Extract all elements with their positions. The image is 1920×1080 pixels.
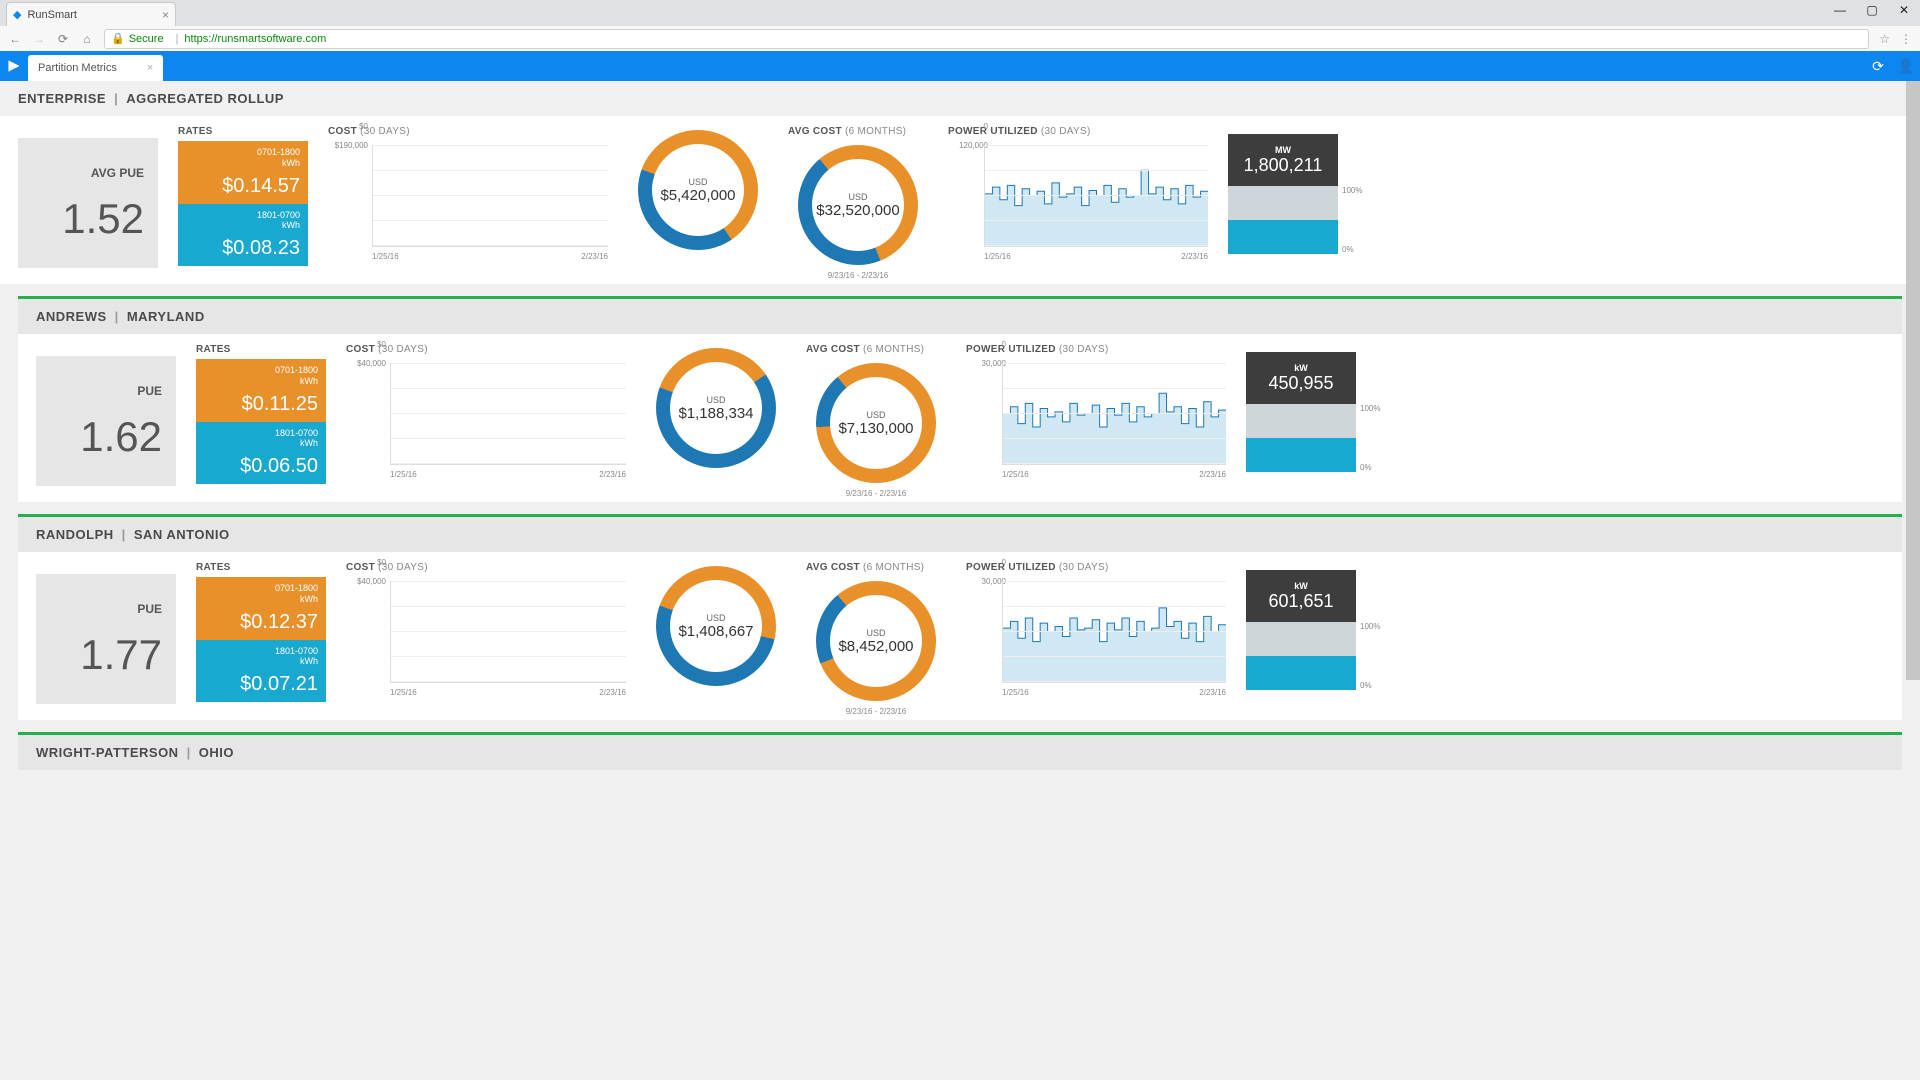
scrollbar[interactable] bbox=[1906, 81, 1920, 1080]
address-bar[interactable]: 🔒 Secure | https://runsmartsoftware.com bbox=[104, 29, 1869, 49]
url-text: https://runsmartsoftware.com bbox=[184, 33, 326, 45]
rates-label: RATES bbox=[196, 344, 326, 355]
rates-block: RATES 0701-1800kWh$0.14.571801-0700kWh$0.… bbox=[178, 126, 308, 266]
title-b: MARYLAND bbox=[127, 309, 205, 324]
title-a: RANDOLPH bbox=[36, 527, 114, 542]
pue-tile: PUE 1.77 bbox=[36, 562, 176, 704]
pue-tile: AVG PUE 1.52 bbox=[18, 126, 158, 268]
section-title: ENTERPRISE|AGGREGATED ROLLUP bbox=[0, 81, 1920, 116]
pue-label: PUE bbox=[137, 602, 162, 616]
cost-chart: COST (30 DAYS)$190,000$01/25/162/23/16 bbox=[328, 126, 608, 261]
rate-peak: 0701-1800kWh$0.11.25 bbox=[196, 359, 326, 422]
menu-icon[interactable]: ⋮ bbox=[1900, 32, 1912, 46]
power-gauge: kW601,651100%0% bbox=[1246, 562, 1384, 690]
title-b: OHIO bbox=[199, 745, 234, 760]
app-header: Partition Metrics × ⟳ 👤 bbox=[0, 51, 1920, 81]
home-icon[interactable]: ⌂ bbox=[80, 32, 94, 46]
avg-cost-donut-6m: AVG COST (6 MONTHS)USD$7,130,0009/23/16 … bbox=[806, 344, 946, 498]
power-chart: POWER UTILIZED (30 DAYS)30,00001/25/162/… bbox=[966, 344, 1226, 479]
title-a: ENTERPRISE bbox=[18, 91, 106, 106]
lock-icon: 🔒 bbox=[111, 32, 125, 45]
cost-chart: COST (30 DAYS)$40,000$01/25/162/23/16 bbox=[346, 344, 626, 479]
pue-label: AVG PUE bbox=[91, 166, 144, 180]
back-icon[interactable]: ← bbox=[8, 32, 22, 46]
section-title: RANDOLPH|SAN ANTONIO bbox=[18, 517, 1902, 552]
browser-chrome: ◆ RunSmart × — ▢ ✕ ← → ⟳ ⌂ 🔒 Secure | ht… bbox=[0, 0, 1920, 51]
rate-peak: 0701-1800kWh$0.12.37 bbox=[196, 577, 326, 640]
cost-donut-30d: USD$1,188,334 bbox=[646, 344, 786, 468]
pue-label: PUE bbox=[137, 384, 162, 398]
section-title: WRIGHT-PATTERSON|OHIO bbox=[18, 735, 1902, 770]
rate-peak: 0701-1800kWh$0.14.57 bbox=[178, 141, 308, 204]
forward-icon[interactable]: → bbox=[32, 32, 46, 46]
rate-offpeak: 1801-0700kWh$0.08.23 bbox=[178, 204, 308, 267]
close-icon[interactable]: × bbox=[162, 8, 169, 22]
metrics-panel: AVG PUE 1.52 RATES 0701-1800kWh$0.14.571801… bbox=[0, 116, 1920, 284]
metrics-panel: PUE 1.77 RATES 0701-1800kWh$0.12.371801-070… bbox=[18, 552, 1902, 720]
section-title: ANDREWS|MARYLAND bbox=[18, 299, 1902, 334]
tab-favicon: ◆ bbox=[13, 8, 21, 21]
star-icon[interactable]: ☆ bbox=[1879, 32, 1890, 46]
cost-donut-30d: USD$5,420,000 bbox=[628, 126, 768, 250]
power-chart: POWER UTILIZED (30 DAYS)30,00001/25/162/… bbox=[966, 562, 1226, 697]
maximize-icon[interactable]: ▢ bbox=[1866, 3, 1878, 17]
app-logo-icon[interactable] bbox=[0, 51, 28, 81]
power-gauge: kW450,955100%0% bbox=[1246, 344, 1384, 472]
title-b: SAN ANTONIO bbox=[134, 527, 230, 542]
close-window-icon[interactable]: ✕ bbox=[1898, 3, 1910, 17]
avg-cost-donut-6m: AVG COST (6 MONTHS)USD$8,452,0009/23/16 … bbox=[806, 562, 946, 716]
rates-label: RATES bbox=[196, 562, 326, 573]
title-a: WRIGHT-PATTERSON bbox=[36, 745, 179, 760]
rates-block: RATES 0701-1800kWh$0.11.251801-0700kWh$0.… bbox=[196, 344, 326, 484]
partition-randolph: RANDOLPH|SAN ANTONIO PUE 1.77 RATES 0701-180… bbox=[18, 514, 1902, 720]
pue-value: 1.62 bbox=[80, 416, 162, 458]
browser-tab[interactable]: ◆ RunSmart × bbox=[6, 2, 176, 26]
partition-wright: WRIGHT-PATTERSON|OHIO bbox=[18, 732, 1902, 770]
secure-label: Secure bbox=[129, 33, 164, 45]
pue-value: 1.77 bbox=[80, 634, 162, 676]
power-gauge: MW1,800,211100%0% bbox=[1228, 126, 1366, 254]
user-icon[interactable]: 👤 bbox=[1892, 58, 1920, 75]
rates-label: RATES bbox=[178, 126, 308, 137]
title-a: ANDREWS bbox=[36, 309, 107, 324]
title-b: AGGREGATED ROLLUP bbox=[126, 91, 284, 106]
rate-offpeak: 1801-0700kWh$0.06.50 bbox=[196, 422, 326, 485]
metrics-panel: PUE 1.62 RATES 0701-1800kWh$0.11.251801-070… bbox=[18, 334, 1902, 502]
app-tab-label: Partition Metrics bbox=[38, 62, 117, 74]
window-controls: — ▢ ✕ bbox=[1834, 3, 1910, 17]
tab-title: RunSmart bbox=[27, 9, 77, 21]
cost-chart: COST (30 DAYS)$40,000$01/25/162/23/16 bbox=[346, 562, 626, 697]
app-tab[interactable]: Partition Metrics × bbox=[28, 55, 163, 81]
partition-andrews: ANDREWS|MARYLAND PUE 1.62 RATES 0701-1800kWh… bbox=[18, 296, 1902, 502]
cost-donut-30d: USD$1,408,667 bbox=[646, 562, 786, 686]
avg-cost-donut-6m: AVG COST (6 MONTHS)USD$32,520,0009/23/16… bbox=[788, 126, 928, 280]
page-body[interactable]: ENTERPRISE|AGGREGATED ROLLUP AVG PUE 1.52 R… bbox=[0, 81, 1920, 1080]
reload-icon[interactable]: ⟳ bbox=[56, 32, 70, 46]
close-icon[interactable]: × bbox=[147, 62, 153, 74]
rates-block: RATES 0701-1800kWh$0.12.371801-0700kWh$0.… bbox=[196, 562, 326, 702]
pue-value: 1.52 bbox=[62, 198, 144, 240]
minimize-icon[interactable]: — bbox=[1834, 3, 1846, 17]
refresh-icon[interactable]: ⟳ bbox=[1864, 58, 1892, 75]
pue-tile: PUE 1.62 bbox=[36, 344, 176, 486]
power-chart: POWER UTILIZED (30 DAYS)120,00001/25/162… bbox=[948, 126, 1208, 261]
rate-offpeak: 1801-0700kWh$0.07.21 bbox=[196, 640, 326, 703]
